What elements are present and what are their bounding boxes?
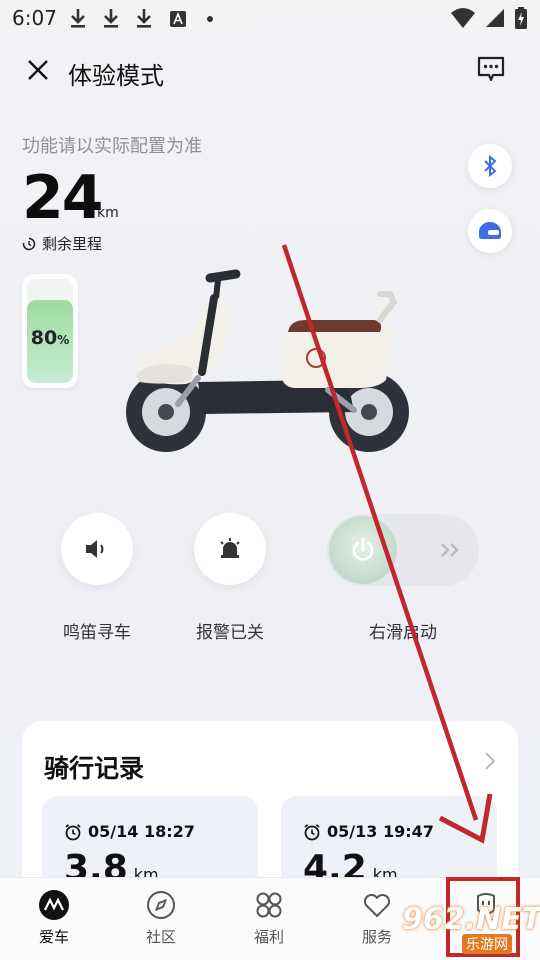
nav-label: 爱车 xyxy=(38,928,69,946)
range-value: 24 xyxy=(22,163,103,233)
alarm-clock-icon xyxy=(65,823,81,840)
battery-percent-value: 80 xyxy=(30,327,58,349)
ride-time-row: 05/14 18:27 xyxy=(64,822,195,841)
dot-icon xyxy=(207,16,213,22)
page-title: 体验模式 xyxy=(68,62,164,90)
helmet-icon xyxy=(478,221,501,239)
nav-item-community[interactable]: 社区 xyxy=(121,890,201,947)
compass-icon xyxy=(146,890,176,920)
nav-label: 福利 xyxy=(253,928,284,946)
ride-time: 05/14 18:27 xyxy=(88,822,195,841)
heart-icon xyxy=(362,890,392,920)
horn-label: 鸣笛寻车 xyxy=(63,623,131,643)
header: 体验模式 xyxy=(0,48,540,92)
nav-item-my-vehicle[interactable]: 爱车 xyxy=(14,890,94,947)
signal-icon xyxy=(486,9,504,27)
app-screen: 6:07 体验模式 功能请以实际配置为准 24 km 剩余里程 80% 鸣笛寻车… xyxy=(0,0,540,960)
battery-percent: 80% xyxy=(27,327,73,349)
ride-time: 05/13 19:47 xyxy=(327,822,434,841)
config-note: 功能请以实际配置为准 xyxy=(22,136,202,157)
timer-icon xyxy=(22,237,36,250)
ride-record-title: 骑行记录 xyxy=(44,754,145,783)
alarm-button[interactable] xyxy=(194,513,266,585)
chevron-right-icon[interactable] xyxy=(484,751,496,771)
watermark-brand: 962.NET xyxy=(402,902,540,937)
alarm-clock-icon xyxy=(304,823,320,840)
brand-logo-icon xyxy=(39,890,69,920)
horn-button[interactable] xyxy=(61,513,133,585)
font-app-icon xyxy=(170,11,186,27)
status-time: 6:07 xyxy=(12,6,57,30)
scooter-illustration xyxy=(126,269,409,452)
alarm-label: 报警已关 xyxy=(196,623,264,643)
nav-item-benefits[interactable]: 福利 xyxy=(229,890,309,947)
alarm-light-icon xyxy=(220,538,240,558)
close-icon xyxy=(28,60,48,80)
battery-indicator: 80% xyxy=(22,274,78,388)
double-chevron-right-icon xyxy=(441,543,459,557)
ride-time-row: 05/13 19:47 xyxy=(303,822,434,841)
range-label: 剩余里程 xyxy=(42,235,103,253)
slide-to-start[interactable] xyxy=(327,514,479,586)
close-button[interactable] xyxy=(22,54,54,86)
slide-knob[interactable] xyxy=(329,516,397,584)
battery-percent-sign: % xyxy=(57,333,70,347)
watermark-sub: 乐游网 xyxy=(462,934,512,954)
battery-charging-icon xyxy=(515,7,527,29)
watermark: 962.NET 乐游网 xyxy=(402,902,540,958)
range-label-row: 剩余里程 xyxy=(22,233,102,254)
status-bar: 6:07 xyxy=(0,0,540,36)
nav-label: 社区 xyxy=(145,928,176,946)
slide-label: 右滑启动 xyxy=(369,623,437,643)
download-icon xyxy=(137,9,151,28)
message-icon xyxy=(477,56,505,82)
download-icon xyxy=(71,9,85,28)
speaker-icon xyxy=(86,540,104,558)
status-indicators xyxy=(450,6,528,30)
download-icon xyxy=(104,9,118,28)
range-unit: km xyxy=(97,205,119,221)
bluetooth-icon xyxy=(484,154,497,178)
feedback-button[interactable] xyxy=(474,52,508,86)
wifi-icon xyxy=(451,8,475,28)
grid-icon xyxy=(254,890,284,920)
bluetooth-button[interactable] xyxy=(468,144,512,188)
helmet-button[interactable] xyxy=(468,209,512,253)
power-icon xyxy=(352,537,374,561)
battery-gauge: 80% xyxy=(27,279,73,383)
